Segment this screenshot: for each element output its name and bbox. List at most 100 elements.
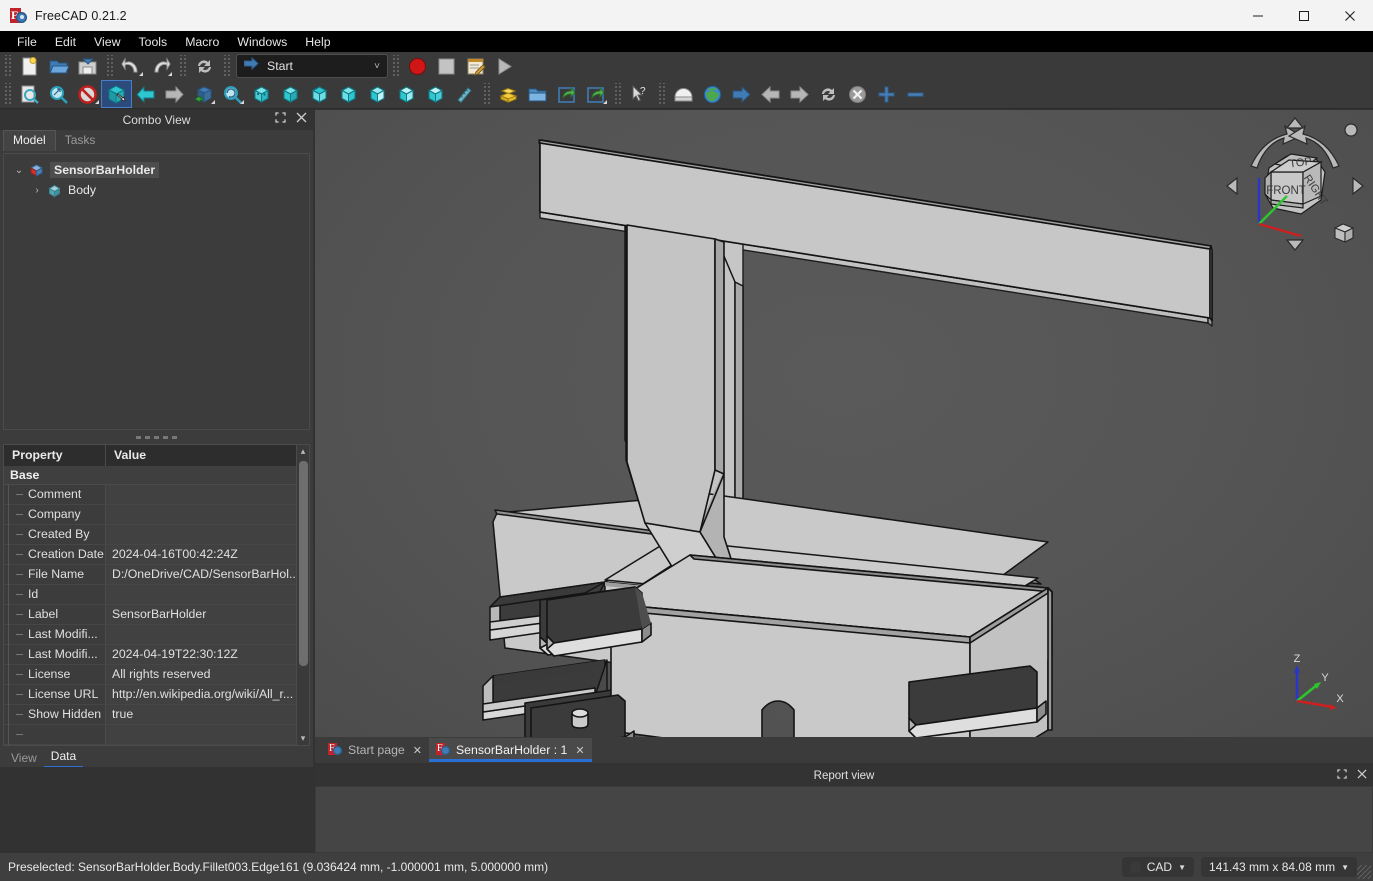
right-view-button[interactable] [334,81,363,107]
close-icon[interactable]: ✕ [413,744,422,757]
document-tab-sensorbarholder[interactable]: F SensorBarHolder : 1 ✕ [428,738,592,762]
property-value[interactable]: 2024-04-16T00:42:24Z [106,545,309,564]
property-value[interactable] [106,505,309,524]
toolbar-grip-icon[interactable] [657,83,666,105]
tree-refresh-button[interactable] [814,81,843,107]
scroll-up-icon[interactable]: ▴ [297,445,309,458]
save-document-button[interactable] [73,53,102,79]
property-value[interactable]: 2024-04-19T22:30:12Z [106,645,309,664]
resize-grip-icon[interactable] [1357,865,1371,879]
undock-icon[interactable] [1337,769,1347,782]
draw-style-button[interactable] [73,81,102,107]
dimension-indicator[interactable]: 141.43 mm x 84.08 mm ▼ [1201,857,1357,877]
macro-record-button[interactable] [403,53,432,79]
fit-all-button[interactable] [15,81,44,107]
rear-view-button[interactable] [363,81,392,107]
toolbar-grip-icon[interactable] [391,55,400,77]
whats-this-button[interactable]: ? [625,81,654,107]
view-section-button[interactable] [189,81,218,107]
cad-model-final[interactable] [315,110,1373,737]
menu-help[interactable]: Help [296,33,339,51]
zoom-out-button[interactable] [901,81,930,107]
zoom-in-button[interactable] [872,81,901,107]
scene-inspector-button[interactable] [669,81,698,107]
tree-back-button[interactable] [756,81,785,107]
3d-viewport[interactable]: TOP FRONT RIGHT Z Y X [315,110,1373,737]
maximize-button[interactable] [1281,0,1327,31]
menu-file[interactable]: File [8,33,46,51]
navigation-cube[interactable]: TOP FRONT RIGHT [1225,116,1365,256]
group-button[interactable] [523,81,552,107]
tree-item-document[interactable]: ⌄ SensorBarHolder [4,160,309,180]
menu-edit[interactable]: Edit [46,33,85,51]
panel-splitter[interactable] [0,430,313,444]
scrollbar-thumb[interactable] [299,461,308,666]
undo-button[interactable] [117,53,146,79]
model-tree[interactable]: ⌄ SensorBarHolder › Body [3,153,310,430]
property-value[interactable] [106,525,309,544]
toolbar-grip-icon[interactable] [222,55,231,77]
property-value[interactable] [106,485,309,504]
toolbar-grip-icon[interactable] [482,83,491,105]
toolbar-grip-icon[interactable] [613,83,622,105]
report-view-content[interactable] [315,786,1373,853]
tree-item-body[interactable]: › Body [4,180,309,200]
bottom-view-button[interactable] [392,81,421,107]
macro-stop-button[interactable] [432,53,461,79]
property-value[interactable]: All rights reserved [106,665,309,684]
zoom-box-button[interactable] [218,81,247,107]
property-value[interactable] [106,725,309,744]
property-value[interactable] [106,625,309,644]
left-view-button[interactable] [421,81,450,107]
forward-navigation-button[interactable] [160,81,189,107]
navigate-forward-button[interactable] [727,81,756,107]
front-view-button[interactable] [276,81,305,107]
fit-selection-button[interactable] [44,81,73,107]
close-icon[interactable]: ✕ [575,744,584,757]
tab-view[interactable]: View [4,749,44,768]
macro-execute-button[interactable] [490,53,519,79]
minimize-button[interactable] [1235,0,1281,31]
link-actions-button[interactable] [581,81,610,107]
property-editor[interactable]: Property Value Base Comment Company Crea… [3,444,310,746]
undock-icon[interactable] [275,112,286,128]
refresh-button[interactable] [190,53,219,79]
link-make-button[interactable] [552,81,581,107]
measure-button[interactable] [450,81,479,107]
axonometric-button[interactable] [247,81,276,107]
toolbar-grip-icon[interactable] [3,83,12,105]
back-navigation-button[interactable] [131,81,160,107]
navigation-style-selector[interactable]: CAD ▼ [1121,857,1195,877]
open-document-button[interactable] [44,53,73,79]
toolbar-grip-icon[interactable] [178,55,187,77]
std-views-button[interactable] [494,81,523,107]
property-scrollbar[interactable]: ▴ ▾ [296,445,309,745]
property-value[interactable] [106,585,309,604]
isometric-view-button[interactable] [101,80,132,108]
workbench-selector[interactable]: Start ˅ [236,54,388,78]
tab-tasks[interactable]: Tasks [56,131,105,151]
menu-windows[interactable]: Windows [228,33,296,51]
property-value[interactable]: http://en.wikipedia.org/wiki/All_r... [106,685,309,704]
chevron-down-icon[interactable]: ⌄ [10,165,28,176]
tree-forward-button[interactable] [785,81,814,107]
toolbar-grip-icon[interactable] [105,55,114,77]
close-icon[interactable] [296,112,307,128]
tab-data[interactable]: Data [43,747,84,768]
tree-stop-button[interactable] [843,81,872,107]
tab-model[interactable]: Model [3,130,56,151]
toolbar-grip-icon[interactable] [3,55,12,77]
redo-button[interactable] [146,53,175,79]
top-view-button[interactable] [305,81,334,107]
freecad-website-button[interactable] [698,81,727,107]
chevron-right-icon[interactable]: › [28,185,46,196]
property-value[interactable]: D:/OneDrive/CAD/SensorBarHol... [106,565,309,584]
menu-macro[interactable]: Macro [176,33,228,51]
close-button[interactable] [1327,0,1373,31]
scroll-down-icon[interactable]: ▾ [297,732,309,745]
property-value[interactable]: true [106,705,309,724]
menu-tools[interactable]: Tools [129,33,176,51]
property-value[interactable]: SensorBarHolder [106,605,309,624]
close-icon[interactable] [1357,769,1367,782]
macros-dialog-button[interactable] [461,53,490,79]
